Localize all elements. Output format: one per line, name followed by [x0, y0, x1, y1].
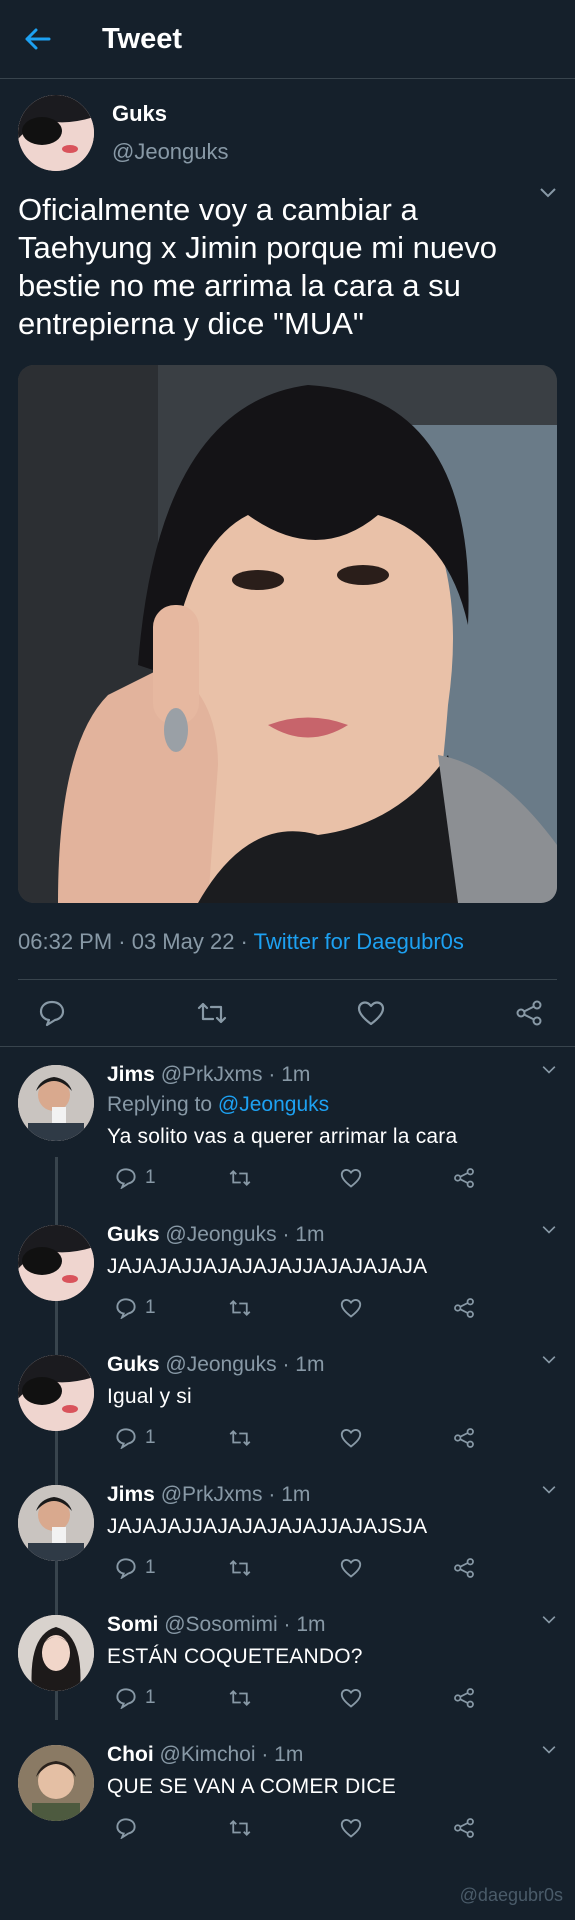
- reply-text: ESTÁN COQUETEANDO?: [107, 1645, 363, 1668]
- reply-actions: [107, 1817, 557, 1839]
- tweet-image[interactable]: [18, 365, 557, 903]
- tweet-source-link[interactable]: Twitter for Daegubr0s: [254, 929, 464, 954]
- tweet-author: Guks @Jeonguks: [18, 79, 557, 171]
- watermark: @daegubr0s: [459, 1885, 563, 1905]
- reply-text: QUE SE VAN A COMER DICE: [107, 1775, 396, 1798]
- reply-icon[interactable]: [115, 1297, 137, 1319]
- reply-time: · 1m: [268, 1063, 311, 1086]
- chevron-down-icon[interactable]: [541, 1745, 557, 1755]
- reply-item[interactable]: Jims @PrkJxms · 1m Replying to @Jeonguks…: [0, 1047, 575, 1207]
- reply-icon[interactable]: [115, 1427, 137, 1449]
- reply-author-name: Choi: [107, 1743, 154, 1766]
- reply-actions: 1: [107, 1427, 557, 1449]
- reply-icon[interactable]: [115, 1817, 137, 1839]
- reply-handle: @Jeonguks: [165, 1223, 277, 1246]
- share-icon[interactable]: [453, 1557, 475, 1579]
- retweet-icon[interactable]: [228, 1688, 252, 1708]
- avatar[interactable]: [18, 1615, 94, 1691]
- reply-count: 1: [145, 1687, 156, 1708]
- main-tweet: Guks @Jeonguks Oficialmente voy a cambia…: [0, 79, 575, 980]
- reply-item[interactable]: Guks @Jeonguks · 1m Igual y si 1: [0, 1337, 575, 1467]
- share-icon[interactable]: [453, 1427, 475, 1449]
- avatar[interactable]: [18, 95, 94, 171]
- chevron-down-icon[interactable]: [541, 1225, 557, 1235]
- reply-count: 1: [145, 1167, 156, 1188]
- like-icon[interactable]: [340, 1688, 362, 1708]
- share-icon[interactable]: [515, 999, 543, 1027]
- reply-actions: 1: [107, 1687, 557, 1709]
- reply-author-name: Guks: [107, 1353, 160, 1376]
- reply-author-name: Jims: [107, 1483, 155, 1506]
- reply-author-name: Jims: [107, 1063, 155, 1086]
- reply-handle: @PrkJxms: [160, 1483, 263, 1506]
- share-icon[interactable]: [453, 1817, 475, 1839]
- avatar[interactable]: [18, 1745, 94, 1821]
- author-name: Guks: [112, 101, 168, 126]
- reply-handle: @Sosomimi: [164, 1613, 278, 1636]
- tweet-meta: 06:32 PM · 03 May 22 · Twitter for Daegu…: [18, 929, 557, 980]
- reply-handle: @PrkJxms: [160, 1063, 263, 1086]
- top-bar: Tweet: [0, 0, 575, 79]
- retweet-icon[interactable]: [196, 1000, 228, 1026]
- reply-handle: @Kimchoi: [159, 1743, 256, 1766]
- reply-actions: 1: [107, 1297, 557, 1319]
- like-icon[interactable]: [340, 1558, 362, 1578]
- reply-count: 1: [145, 1427, 156, 1448]
- reply-item[interactable]: Choi @Kimchoi · 1m QUE SE VAN A COMER DI…: [0, 1727, 575, 1857]
- back-arrow-icon[interactable]: [18, 19, 58, 59]
- retweet-icon[interactable]: [228, 1818, 252, 1838]
- reply-text: JAJAJAJJAJAJAJAJAJJAJAJSJA: [107, 1515, 428, 1538]
- reply-actions: 1: [107, 1557, 557, 1579]
- reply-time: · 1m: [283, 1613, 326, 1636]
- reply-time: · 1m: [282, 1223, 325, 1246]
- reply-author-name: Guks: [107, 1223, 160, 1246]
- reply-count: 1: [145, 1557, 156, 1578]
- tweet-text: Oficialmente voy a cambiar a Taehyung x …: [18, 192, 498, 341]
- reply-count: 1: [145, 1297, 156, 1318]
- retweet-icon[interactable]: [228, 1168, 252, 1188]
- tweet-timestamp: 06:32 PM · 03 May 22 ·: [18, 929, 254, 954]
- like-icon[interactable]: [340, 1298, 362, 1318]
- reply-item[interactable]: Guks @Jeonguks · 1m JAJAJAJJAJAJAJAJJAJA…: [0, 1207, 575, 1337]
- reply-icon[interactable]: [115, 1167, 137, 1189]
- author-handle: @Jeonguks: [112, 139, 229, 164]
- chevron-down-icon[interactable]: [541, 1355, 557, 1365]
- retweet-icon[interactable]: [228, 1298, 252, 1318]
- retweet-icon[interactable]: [228, 1428, 252, 1448]
- reply-author-name: Somi: [107, 1613, 159, 1636]
- reply-icon[interactable]: [115, 1557, 137, 1579]
- reply-item[interactable]: Jims @PrkJxms · 1m JAJAJAJJAJAJAJAJAJJAJ…: [0, 1467, 575, 1597]
- replying-to-link[interactable]: @Jeonguks: [218, 1093, 329, 1116]
- avatar[interactable]: [18, 1355, 94, 1431]
- reply-item[interactable]: Somi @Sosomimi · 1m ESTÁN COQUETEANDO? 1: [0, 1597, 575, 1727]
- chevron-down-icon[interactable]: [541, 1485, 557, 1495]
- share-icon[interactable]: [453, 1687, 475, 1709]
- avatar[interactable]: [18, 1065, 94, 1141]
- chevron-down-icon[interactable]: [541, 1065, 557, 1075]
- share-icon[interactable]: [453, 1297, 475, 1319]
- reply-actions: 1: [107, 1167, 557, 1189]
- avatar[interactable]: [18, 1485, 94, 1561]
- reply-handle: @Jeonguks: [165, 1353, 277, 1376]
- replying-to-label: Replying to: [107, 1093, 218, 1116]
- reply-time: · 1m: [261, 1743, 304, 1766]
- reply-text: Igual y si: [107, 1385, 192, 1408]
- like-icon[interactable]: [357, 1000, 385, 1026]
- like-icon[interactable]: [340, 1168, 362, 1188]
- reply-time: · 1m: [268, 1483, 311, 1506]
- avatar[interactable]: [18, 1225, 94, 1301]
- tweet-actions: [0, 980, 575, 1047]
- reply-time: · 1m: [282, 1353, 325, 1376]
- page-title: Tweet: [102, 22, 183, 55]
- reply-text: Ya solito vas a querer arrimar la cara: [107, 1125, 458, 1148]
- share-icon[interactable]: [453, 1167, 475, 1189]
- reply-text: JAJAJAJJAJAJAJAJJAJAJAJAJA: [107, 1255, 428, 1278]
- reply-icon[interactable]: [38, 999, 66, 1027]
- chevron-down-icon[interactable]: [539, 187, 557, 199]
- chevron-down-icon[interactable]: [541, 1615, 557, 1625]
- like-icon[interactable]: [340, 1818, 362, 1838]
- retweet-icon[interactable]: [228, 1558, 252, 1578]
- like-icon[interactable]: [340, 1428, 362, 1448]
- reply-icon[interactable]: [115, 1687, 137, 1709]
